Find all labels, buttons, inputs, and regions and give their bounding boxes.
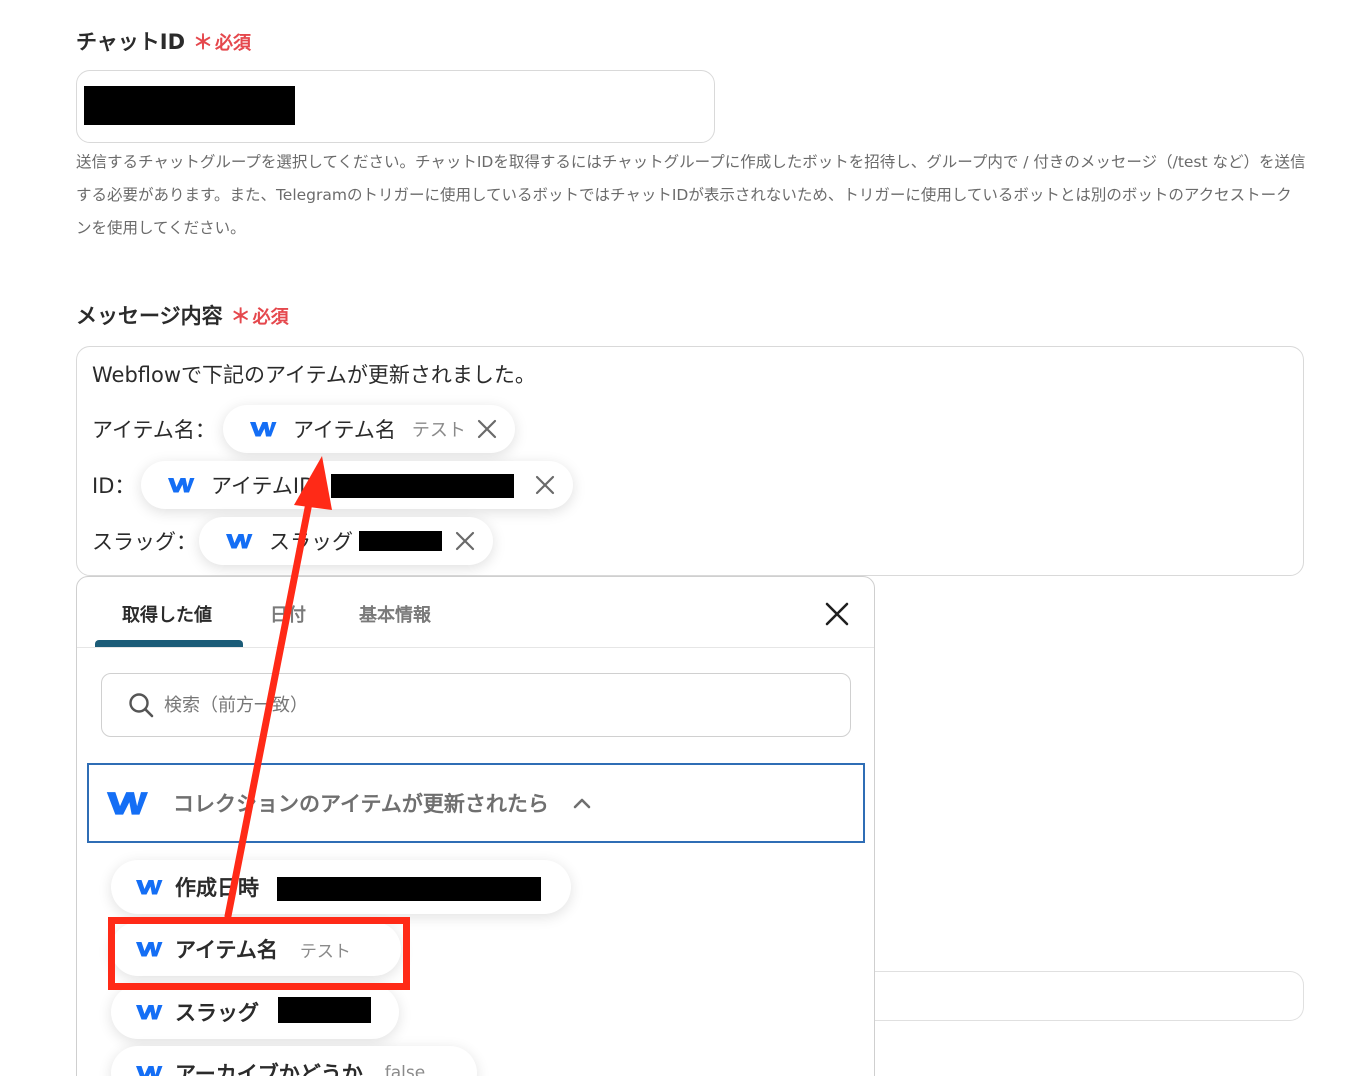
variable-search-box bbox=[101, 673, 851, 737]
chip-name: スラッグ bbox=[269, 530, 353, 554]
tab-retrieved-values[interactable]: 取得した値 bbox=[122, 601, 212, 627]
search-icon bbox=[129, 693, 154, 718]
close-icon[interactable] bbox=[533, 473, 557, 497]
webflow-logo-icon bbox=[106, 792, 148, 815]
webflow-logo-icon bbox=[136, 1066, 163, 1076]
tab-basic-info[interactable]: 基本情報 bbox=[359, 601, 431, 627]
message-intro-line: Webflowで下記のアイテムが更新されました。 bbox=[92, 363, 536, 387]
active-tab-indicator bbox=[95, 640, 243, 647]
trigger-group-title: コレクションのアイテムが更新されたら bbox=[173, 792, 549, 816]
required-badge: 必須 bbox=[215, 33, 252, 54]
required-badge: 必須 bbox=[252, 307, 289, 328]
close-icon[interactable] bbox=[475, 417, 499, 441]
option-name: 作成日時 bbox=[175, 876, 259, 900]
option-name: アーカイブかどうか bbox=[175, 1062, 363, 1076]
webflow-logo-icon bbox=[168, 478, 195, 493]
chat-id-label: チャットID ＊ 必須 bbox=[76, 26, 251, 56]
chip-value: テスト bbox=[411, 420, 466, 441]
close-icon[interactable] bbox=[453, 529, 477, 553]
redacted-slug-option bbox=[278, 997, 371, 1023]
option-is-archived[interactable]: アーカイブかどうか false bbox=[111, 1046, 477, 1076]
redacted-created-at bbox=[277, 877, 541, 901]
webflow-logo-icon bbox=[136, 880, 163, 895]
chevron-up-icon[interactable] bbox=[573, 797, 591, 809]
webflow-logo-icon bbox=[226, 534, 253, 549]
chip-name: アイテムID bbox=[211, 474, 316, 498]
message-row-label: ID： bbox=[92, 474, 136, 498]
message-row-label: アイテム名： bbox=[92, 418, 216, 442]
trigger-group-header[interactable]: コレクションのアイテムが更新されたら bbox=[87, 763, 865, 843]
variable-chip-slug[interactable]: スラッグ bbox=[199, 517, 493, 565]
chat-id-label-text: チャットID bbox=[76, 30, 186, 54]
message-label: メッセージ内容 ＊ 必須 bbox=[76, 300, 289, 330]
background-input-field[interactable] bbox=[860, 971, 1304, 1021]
tab-date[interactable]: 日付 bbox=[270, 601, 306, 627]
chat-id-help-text: 送信するチャットグループを選択してください。チャットIDを取得するにはチャットグ… bbox=[76, 153, 1306, 237]
variable-chip-item-name[interactable]: アイテム名 テスト bbox=[223, 405, 515, 453]
highlight-box bbox=[108, 917, 410, 990]
search-input[interactable] bbox=[164, 694, 764, 716]
picker-tabs: 取得した値 日付 基本情報 bbox=[77, 577, 874, 648]
required-asterisk-icon: ＊ bbox=[193, 30, 214, 54]
chip-name: アイテム名 bbox=[293, 418, 396, 442]
option-value: false bbox=[384, 1063, 426, 1076]
redacted-item-id bbox=[331, 474, 514, 498]
redacted-chat-id bbox=[84, 86, 295, 125]
required-asterisk-icon: ＊ bbox=[230, 304, 251, 328]
message-label-text: メッセージ内容 bbox=[76, 304, 223, 328]
close-icon[interactable] bbox=[824, 601, 850, 627]
webflow-logo-icon bbox=[250, 422, 277, 437]
redacted-slug bbox=[359, 531, 442, 551]
webflow-logo-icon bbox=[136, 1005, 163, 1020]
option-name: スラッグ bbox=[175, 1001, 259, 1025]
message-row-label: スラッグ： bbox=[92, 530, 197, 554]
